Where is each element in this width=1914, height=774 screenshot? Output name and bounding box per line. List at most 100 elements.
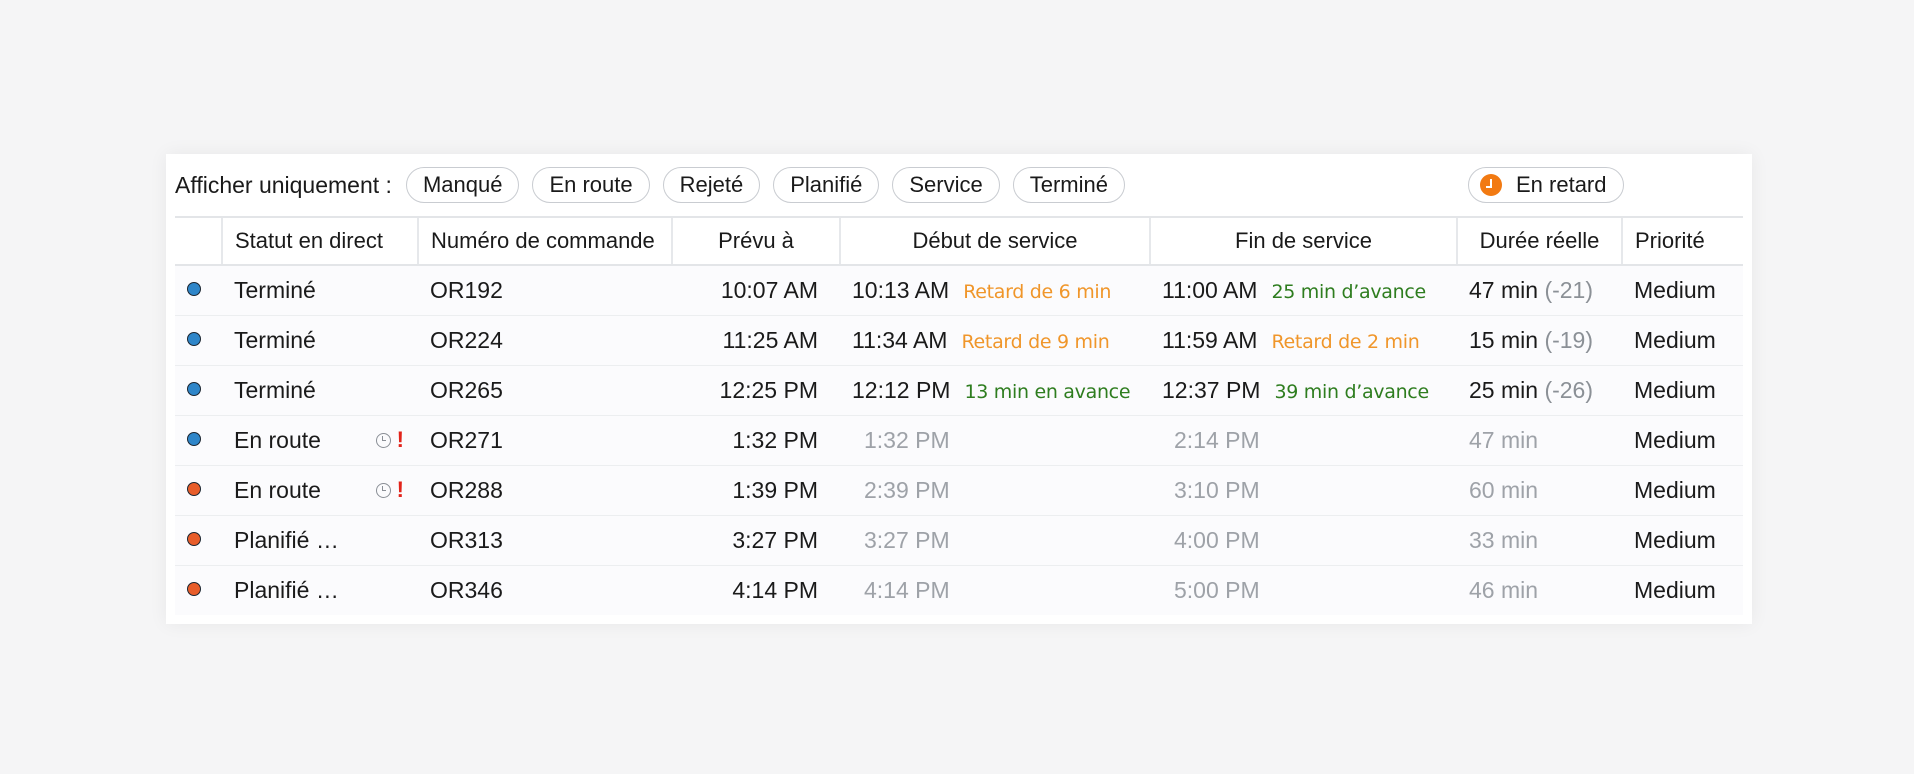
planned-time: 1:32 PM — [672, 415, 840, 466]
planned-time: 11:25 AM — [672, 315, 840, 366]
status-dot — [187, 481, 201, 496]
filter-chip-manque[interactable]: Manqué — [405, 167, 520, 203]
end-time: 11:00 AM — [1162, 276, 1258, 303]
status-text: En route — [234, 426, 321, 453]
column-header-order[interactable]: Numéro de commande — [417, 216, 672, 266]
order-number[interactable]: OR224 — [418, 315, 672, 366]
end-note: Retard de 2 min — [1271, 330, 1420, 353]
order-number[interactable]: OR192 — [418, 265, 672, 316]
status-cell: Planifié … — [222, 565, 418, 615]
start-time: 3:27 PM — [864, 526, 950, 553]
table-row[interactable]: Terminé OR265 12:25 PM 12:12 PM 13 min en… — [175, 365, 1743, 416]
order-number[interactable]: OR313 — [418, 515, 672, 566]
clock-icon — [1480, 174, 1502, 196]
table-row[interactable]: En route! OR288 1:39 PM 2:39 PM 3:10 PM … — [175, 465, 1743, 516]
end-cell: 3:10 PM — [1150, 465, 1457, 516]
table-row[interactable]: Planifié … OR313 3:27 PM 3:27 PM 4:00 PM… — [175, 515, 1743, 566]
status-indicator-cell — [175, 515, 222, 566]
end-time: 5:00 PM — [1174, 576, 1260, 603]
status-dot — [187, 281, 201, 296]
column-header-priority[interactable]: Priorité — [1621, 216, 1743, 266]
start-cell: 4:14 PM — [840, 565, 1150, 615]
priority-cell: Medium — [1622, 315, 1743, 366]
start-note: Retard de 9 min — [961, 330, 1110, 353]
filter-chip-termine[interactable]: Terminé — [1012, 167, 1125, 203]
status-text: En route — [234, 476, 321, 503]
column-header-end[interactable]: Fin de service — [1149, 216, 1457, 266]
status-text: Terminé — [234, 376, 316, 403]
start-note: Retard de 6 min — [963, 280, 1112, 303]
end-time: 2:14 PM — [1174, 426, 1260, 453]
end-cell: 4:00 PM — [1150, 515, 1457, 566]
status-cell: En route! — [222, 465, 418, 516]
status-dot — [187, 381, 201, 396]
priority-cell: Medium — [1622, 415, 1743, 466]
priority-cell: Medium — [1634, 576, 1716, 603]
end-cell: 12:37 PM 39 min d’avance — [1150, 365, 1457, 416]
order-number[interactable]: OR346 — [418, 565, 672, 615]
status-indicator-cell — [175, 365, 222, 416]
filter-chip-rejete[interactable]: Rejeté — [662, 167, 761, 203]
duration-value: 25 min — [1469, 376, 1539, 403]
start-time: 12:12 PM — [852, 376, 951, 403]
start-cell: 10:13 AM Retard de 6 min — [840, 265, 1150, 316]
table-header-row: Statut en direct Numéro de commande Prév… — [175, 216, 1743, 266]
status-indicator-cell — [175, 415, 222, 466]
row-flags: ! — [375, 477, 404, 502]
status-cell: Terminé — [222, 315, 418, 366]
duration-cell: 47 min — [1457, 415, 1622, 466]
status-text: Terminé — [234, 276, 316, 303]
status-dot — [187, 331, 201, 346]
column-header-planned[interactable]: Prévu à — [671, 216, 840, 266]
duration-cell: 33 min — [1457, 515, 1622, 566]
table-row[interactable]: Terminé OR224 11:25 AM 11:34 AM Retard de… — [175, 315, 1743, 366]
orders-table: Statut en direct Numéro de commande Prév… — [175, 216, 1743, 615]
clock-icon — [375, 482, 391, 498]
duration-value: 60 min — [1469, 476, 1539, 503]
start-cell: 2:39 PM — [840, 465, 1150, 516]
table-row[interactable]: Planifié … OR346 4:14 PM 4:14 PM 5:00 PM… — [175, 565, 1743, 615]
duration-diff: (-19) — [1544, 326, 1593, 353]
filter-chip-en-route[interactable]: En route — [532, 167, 650, 203]
order-number[interactable]: OR271 — [418, 415, 672, 466]
column-header-duration[interactable]: Durée réelle — [1456, 216, 1622, 266]
start-time: 11:34 AM — [852, 326, 948, 353]
status-dot — [187, 531, 201, 546]
duration-value: 46 min — [1469, 576, 1539, 603]
duration-diff: (-26) — [1544, 376, 1593, 403]
duration-value: 47 min — [1469, 276, 1539, 303]
filter-chip-planifie[interactable]: Planifié — [773, 167, 880, 203]
status-text: Planifié … — [234, 526, 339, 553]
start-cell: 12:12 PM 13 min en avance — [840, 365, 1150, 416]
end-note: 39 min d’avance — [1274, 380, 1429, 403]
table-row[interactable]: Terminé OR192 10:07 AM 10:13 AM Retard de… — [175, 265, 1743, 316]
status-cell: Terminé — [222, 365, 418, 416]
alert-icon: ! — [396, 477, 404, 502]
priority-cell: Medium — [1622, 515, 1743, 566]
filter-chip-en-retard[interactable]: En retard — [1468, 167, 1624, 203]
column-header-start[interactable]: Début de service — [839, 216, 1150, 266]
end-note: 25 min d’avance — [1271, 280, 1426, 303]
start-note: 13 min en avance — [964, 380, 1131, 403]
duration-cell: 47 min (-21) — [1457, 265, 1622, 316]
filter-chip-service[interactable]: Service — [892, 167, 1000, 203]
column-header-indicator — [175, 216, 222, 266]
row-flags: ! — [375, 429, 404, 451]
status-dot — [187, 431, 201, 446]
planned-time: 10:07 AM — [672, 265, 840, 316]
status-text: Planifié … — [234, 576, 339, 603]
priority-cell: Medium — [1622, 465, 1743, 516]
status-indicator-cell — [175, 465, 222, 516]
order-number[interactable]: OR288 — [418, 465, 672, 516]
status-cell: Planifié … — [222, 515, 418, 566]
filter-bar: Afficher uniquement : Manqué En route Re… — [175, 154, 1743, 216]
status-indicator-cell — [175, 315, 222, 366]
table-row[interactable]: En route! OR271 1:32 PM 1:32 PM 2:14 PM … — [175, 415, 1743, 466]
end-time: 3:10 PM — [1174, 476, 1260, 503]
duration-value: 47 min — [1469, 426, 1539, 453]
order-number[interactable]: OR265 — [418, 365, 672, 416]
column-header-status[interactable]: Statut en direct — [221, 216, 418, 266]
start-cell: 1:32 PM — [840, 415, 1150, 466]
priority-cell: Medium — [1622, 265, 1743, 316]
end-time: 4:00 PM — [1174, 526, 1260, 553]
